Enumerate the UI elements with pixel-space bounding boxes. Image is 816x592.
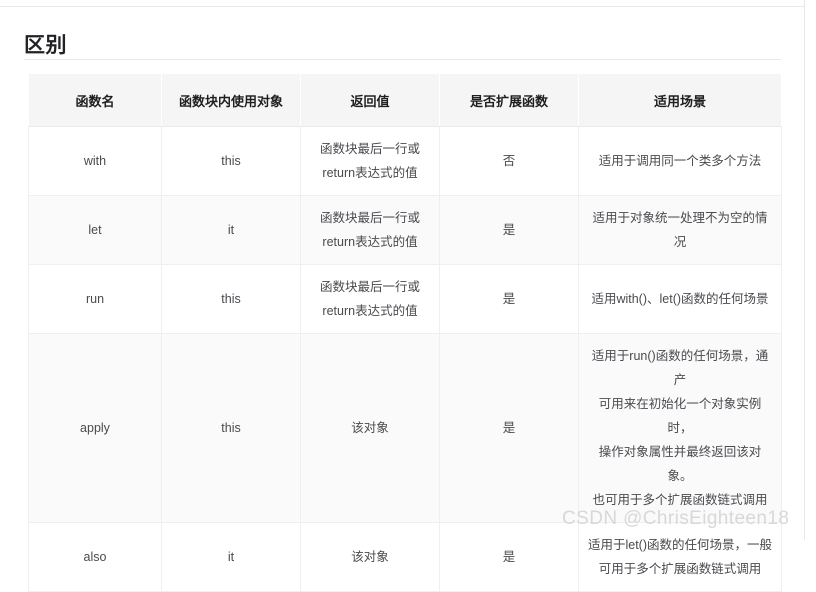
cell-return-value: 函数块最后一行或 return表达式的值 xyxy=(300,264,440,334)
cell-function-name: with xyxy=(28,126,162,196)
cell-function-name: run xyxy=(28,264,162,334)
cell-is-extension: 是 xyxy=(439,333,579,523)
cell-return-value: 该对象 xyxy=(300,522,440,592)
article-content: 区别 函数名 函数块内使用对象 返回值 是否扩展函数 适用场景 with thi… xyxy=(0,7,804,592)
cell-scope-object: it xyxy=(161,522,301,592)
column-header-is-extension: 是否扩展函数 xyxy=(439,73,579,127)
table-row: let it 函数块最后一行或 return表达式的值 是 适用于对象统一处理不… xyxy=(28,195,782,265)
cell-function-name: also xyxy=(28,522,162,592)
return-value-line: return表达式的值 xyxy=(322,235,418,249)
table-row: with this 函数块最后一行或 return表达式的值 否 适用于调用同一… xyxy=(28,126,782,196)
cell-return-value: 函数块最后一行或 return表达式的值 xyxy=(300,126,440,196)
usage-line: 适用于run()函数的任何场景，通产 xyxy=(591,349,769,387)
cell-usage: 适用于对象统一处理不为空的情况 xyxy=(578,195,782,265)
return-value-line: return表达式的值 xyxy=(322,166,418,180)
table-row: apply this 该对象 是 适用于run()函数的任何场景，通产 可用来在… xyxy=(28,333,782,523)
cell-usage: 适用于run()函数的任何场景，通产 可用来在初始化一个对象实例时， 操作对象属… xyxy=(578,333,782,523)
return-value-line: 函数块最后一行或 xyxy=(319,211,420,225)
return-value-line: return表达式的值 xyxy=(322,304,418,318)
usage-line: 操作对象属性并最终返回该对象。 xyxy=(598,445,762,483)
return-value-line: 函数块最后一行或 xyxy=(319,280,420,294)
title-divider xyxy=(24,59,781,60)
cell-scope-object: this xyxy=(161,126,301,196)
comparison-table: 函数名 函数块内使用对象 返回值 是否扩展函数 适用场景 with this 函… xyxy=(28,73,782,592)
table-header-row: 函数名 函数块内使用对象 返回值 是否扩展函数 适用场景 xyxy=(28,73,782,127)
usage-line: 也可用于多个扩展函数链式调用 xyxy=(592,493,768,507)
cell-function-name: let xyxy=(28,195,162,265)
cell-return-value: 该对象 xyxy=(300,333,440,523)
comparison-table-wrapper: 函数名 函数块内使用对象 返回值 是否扩展函数 适用场景 with this 函… xyxy=(28,73,782,592)
return-value-line: 函数块最后一行或 xyxy=(319,142,420,156)
right-frame-rule xyxy=(804,0,805,540)
cell-is-extension: 是 xyxy=(439,522,579,592)
column-header-usage: 适用场景 xyxy=(578,73,782,127)
page-title: 区别 xyxy=(24,34,67,58)
usage-line: 适用with()、let()函数的任何场景 xyxy=(591,292,769,306)
column-header-function-name: 函数名 xyxy=(28,73,162,127)
usage-line: 适用于对象统一处理不为空的情况 xyxy=(592,211,768,249)
cell-scope-object: it xyxy=(161,195,301,265)
cell-scope-object: this xyxy=(161,264,301,334)
table-body: with this 函数块最后一行或 return表达式的值 否 适用于调用同一… xyxy=(28,126,782,592)
usage-line: 适用于调用同一个类多个方法 xyxy=(598,154,762,168)
table-header: 函数名 函数块内使用对象 返回值 是否扩展函数 适用场景 xyxy=(28,73,782,127)
column-header-return-value: 返回值 xyxy=(300,73,440,127)
table-row: also it 该对象 是 适用于let()函数的任何场景，一般 可用于多个扩展… xyxy=(28,522,782,592)
cell-scope-object: this xyxy=(161,333,301,523)
cell-usage: 适用于let()函数的任何场景，一般 可用于多个扩展函数链式调用 xyxy=(578,522,782,592)
cell-is-extension: 是 xyxy=(439,264,579,334)
usage-line: 可用来在初始化一个对象实例时， xyxy=(598,397,762,435)
cell-usage: 适用with()、let()函数的任何场景 xyxy=(578,264,782,334)
usage-line: 适用于let()函数的任何场景，一般 xyxy=(587,538,773,552)
cell-usage: 适用于调用同一个类多个方法 xyxy=(578,126,782,196)
usage-line: 可用于多个扩展函数链式调用 xyxy=(598,562,762,576)
cell-is-extension: 是 xyxy=(439,195,579,265)
column-header-scope-object: 函数块内使用对象 xyxy=(161,73,301,127)
cell-function-name: apply xyxy=(28,333,162,523)
table-row: run this 函数块最后一行或 return表达式的值 是 适用with()… xyxy=(28,264,782,334)
cell-return-value: 函数块最后一行或 return表达式的值 xyxy=(300,195,440,265)
cell-is-extension: 否 xyxy=(439,126,579,196)
